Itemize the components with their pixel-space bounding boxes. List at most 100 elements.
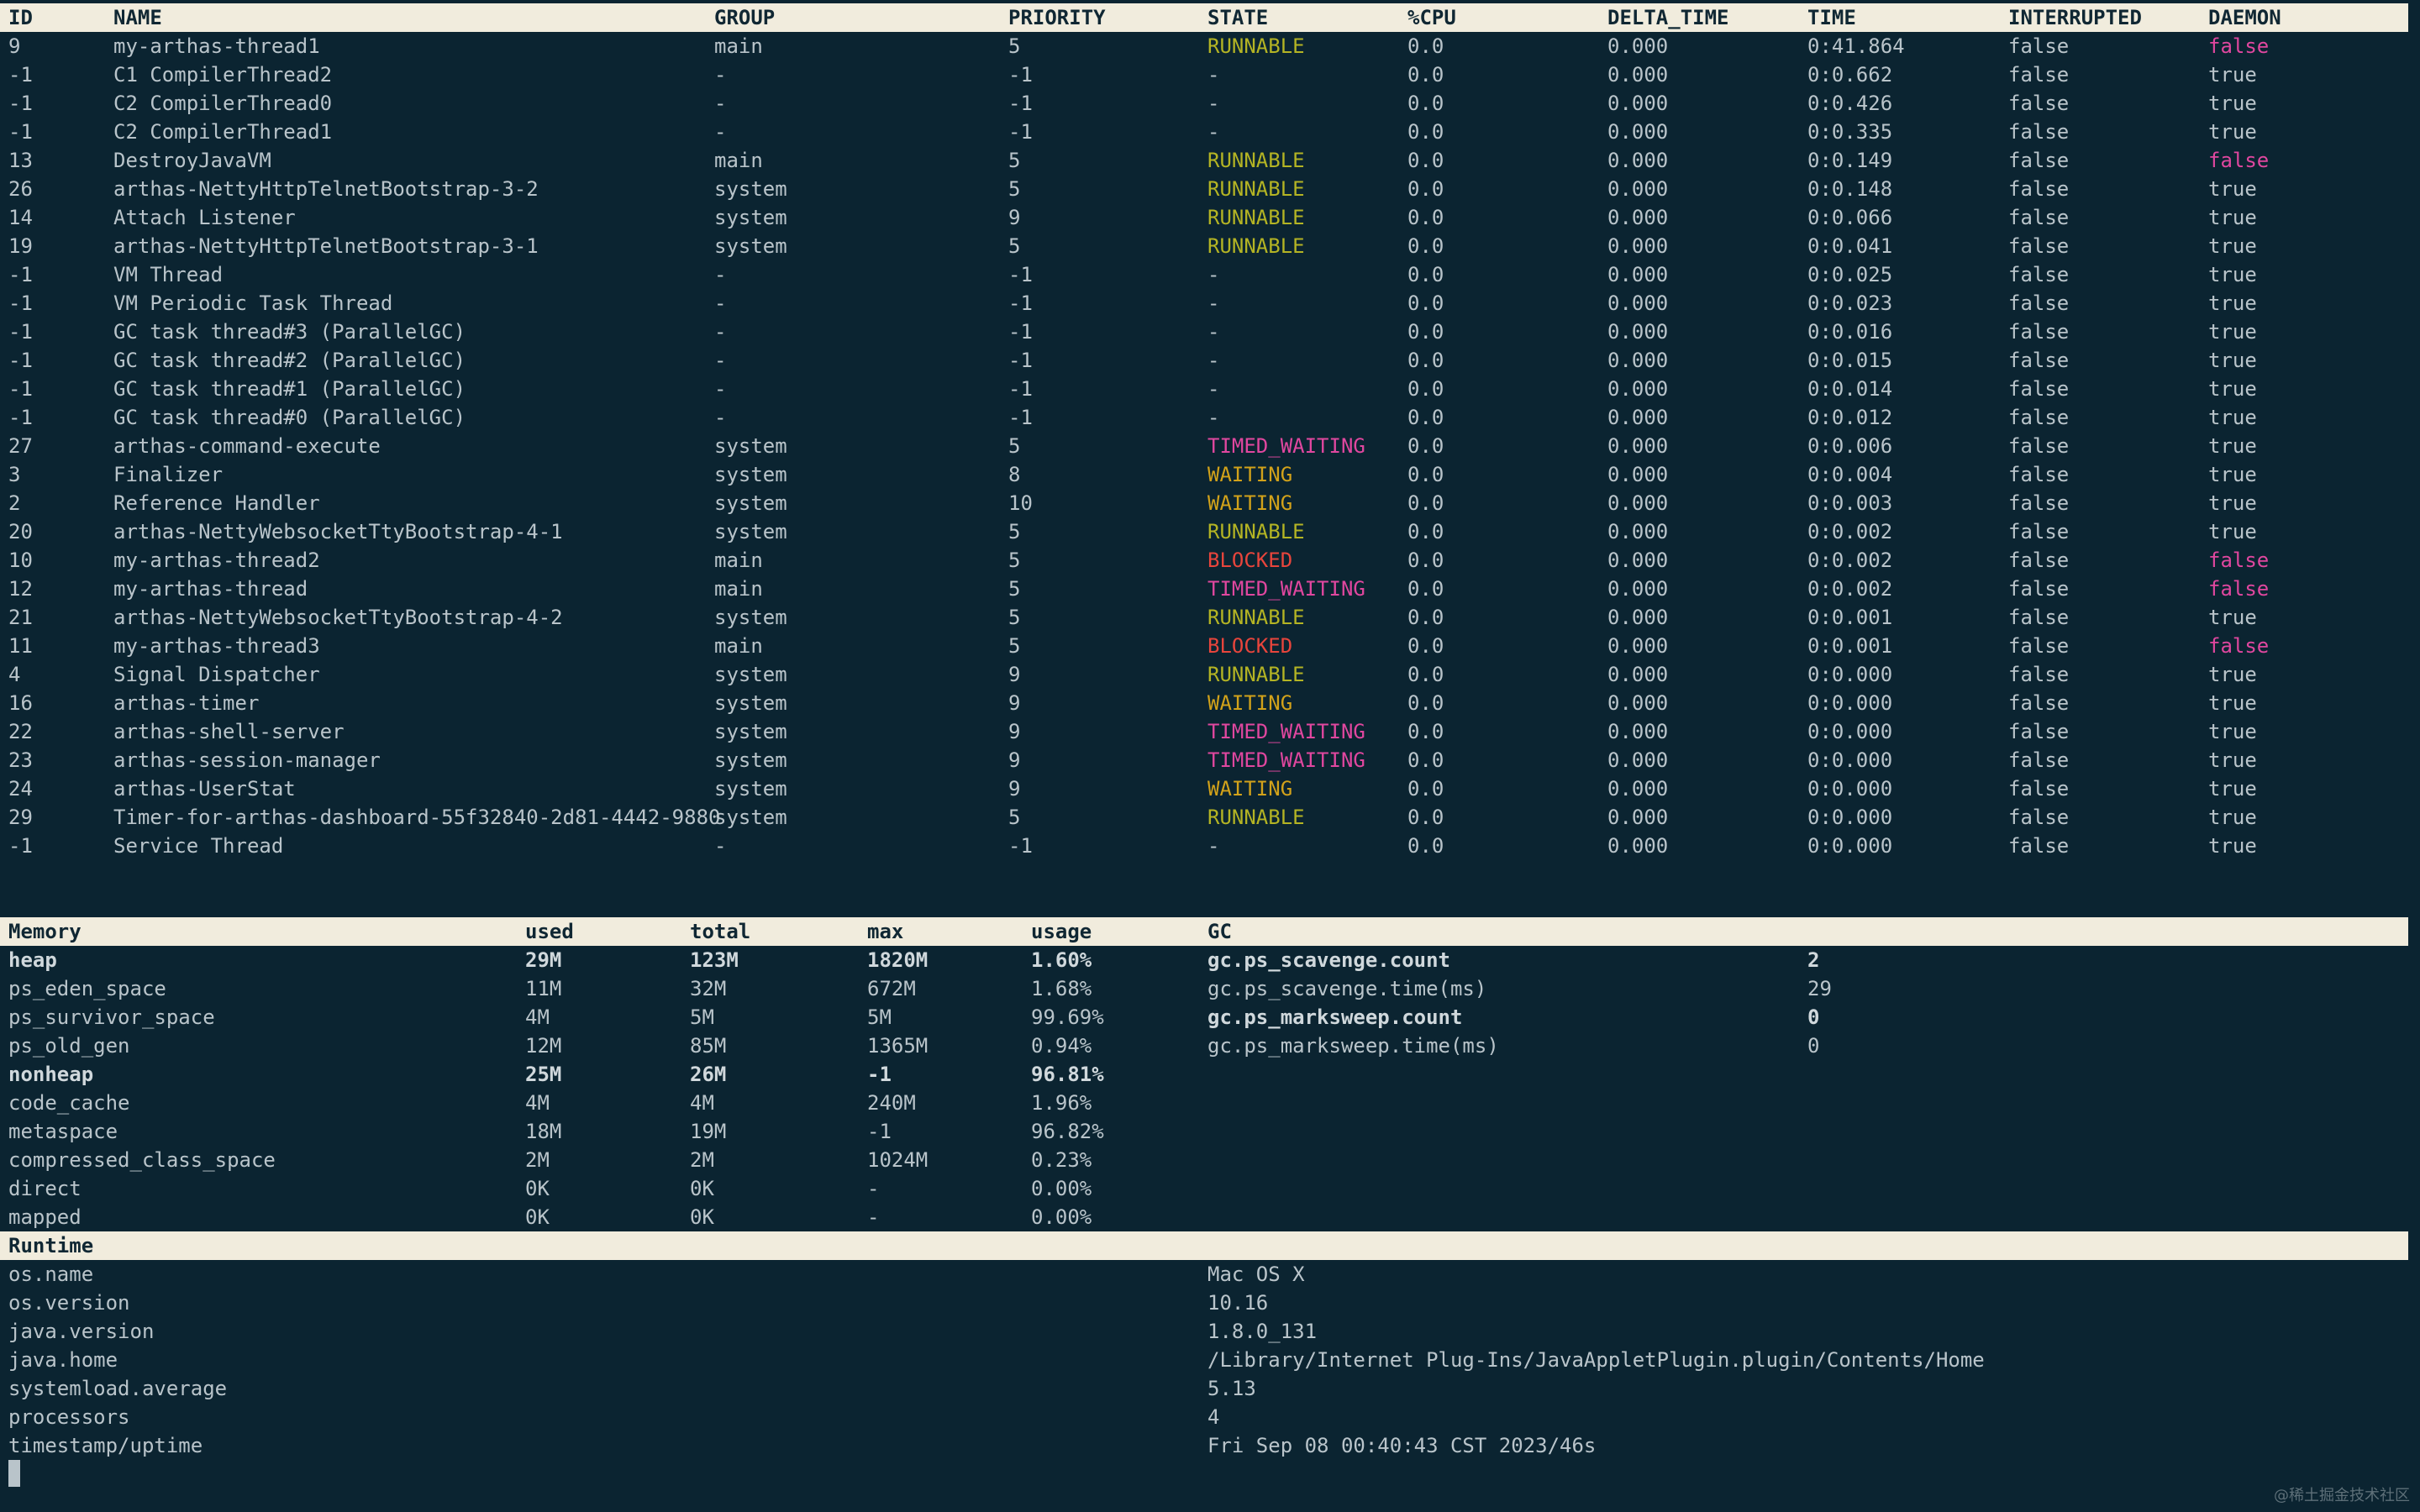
table-row: -1 VM Thread - -1 - 0.0 0.000 0:0.025 false true <box>0 260 2408 289</box>
thread-cpu: 0.0 <box>1407 149 1444 172</box>
table-row: -1 C2 CompilerThread1 - -1 - 0.0 0.000 0:0.335 f… <box>0 118 2408 146</box>
memory-cell: 4M <box>525 1005 550 1029</box>
thread-id: 11 <box>8 634 33 658</box>
col-header-group: GROUP <box>714 6 776 29</box>
thread-name: Timer-for-arthas-dashboard-55f32840-2d81… <box>113 806 721 829</box>
thread-group: system <box>714 434 787 458</box>
thread-cpu: 0.0 <box>1407 263 1444 286</box>
runtime-value: 10.16 <box>1207 1291 1269 1315</box>
thread-priority: 5 <box>1008 606 1021 629</box>
table-row: processors 4 <box>0 1403 2408 1431</box>
thread-priority: 9 <box>1008 777 1021 801</box>
table-row: 3 Finalizer system 8 WAITING 0.0 0.000 0:0.004 f… <box>0 460 2408 489</box>
thread-group: system <box>714 206 787 229</box>
gc-cell: 2 <box>1807 948 1820 972</box>
thread-name: C1 CompilerThread2 <box>113 63 333 87</box>
thread-state: - <box>1207 120 1220 144</box>
thread-delta-time: 0.000 <box>1607 349 1669 372</box>
thread-time: 0:41.864 <box>1807 34 1905 58</box>
thread-priority: 10 <box>1008 491 1033 515</box>
thread-state: - <box>1207 349 1220 372</box>
thread-interrupted: false <box>2008 120 2070 144</box>
thread-daemon: true <box>2208 834 2257 858</box>
thread-priority: 5 <box>1008 149 1021 172</box>
thread-id: -1 <box>8 120 33 144</box>
thread-time: 0:0.004 <box>1807 463 1893 486</box>
col-header-daemon: DAEMON <box>2208 6 2281 29</box>
thread-delta-time: 0.000 <box>1607 263 1669 286</box>
memory-cell: ps_eden_space <box>8 977 166 1000</box>
thread-delta-time: 0.000 <box>1607 834 1669 858</box>
thread-group: - <box>714 834 727 858</box>
thread-interrupted: false <box>2008 834 2070 858</box>
thread-group: system <box>714 234 787 258</box>
thread-daemon: true <box>2208 748 2257 772</box>
table-row: heap 29M 123M 1820M 1.60% gc.ps_scavenge.coun… <box>0 946 2408 974</box>
thread-priority: -1 <box>1008 320 1033 344</box>
memory-cell: ps_survivor_space <box>8 1005 215 1029</box>
thread-delta-time: 0.000 <box>1607 549 1669 572</box>
thread-delta-time: 0.000 <box>1607 491 1669 515</box>
thread-cpu: 0.0 <box>1407 406 1444 429</box>
thread-delta-time: 0.000 <box>1607 177 1669 201</box>
thread-id: 13 <box>8 149 33 172</box>
thread-priority: 5 <box>1008 634 1021 658</box>
memory-cell: 123M <box>690 948 739 972</box>
thread-time: 0:0.015 <box>1807 349 1893 372</box>
thread-id: 10 <box>8 549 33 572</box>
thread-state: WAITING <box>1207 491 1293 515</box>
thread-priority: 9 <box>1008 691 1021 715</box>
thread-group: system <box>714 748 787 772</box>
thread-delta-time: 0.000 <box>1607 577 1669 601</box>
thread-time: 0:0.001 <box>1807 606 1893 629</box>
thread-group: system <box>714 806 787 829</box>
thread-priority: 5 <box>1008 806 1021 829</box>
thread-name: my-arthas-thread1 <box>113 34 320 58</box>
table-row: 23 arthas-session-manager system 9 TIMED_WAI… <box>0 746 2408 774</box>
thread-delta-time: 0.000 <box>1607 777 1669 801</box>
thread-priority: -1 <box>1008 349 1033 372</box>
thread-state: RUNNABLE <box>1207 177 1305 201</box>
thread-name: my-arthas-thread3 <box>113 634 320 658</box>
table-row: direct 0K 0K - 0.00% <box>0 1174 2408 1203</box>
table-row: -1 GC task thread#1 (ParallelGC) - -1 - 0.0 0.… <box>0 375 2408 403</box>
col-header-delta-time: DELTA_TIME <box>1607 6 1729 29</box>
thread-group: main <box>714 634 763 658</box>
thread-daemon: true <box>2208 520 2257 543</box>
thread-state: TIMED_WAITING <box>1207 577 1365 601</box>
thread-name: my-arthas-thread <box>113 577 308 601</box>
thread-daemon: true <box>2208 606 2257 629</box>
thread-daemon: false <box>2208 34 2270 58</box>
runtime-value: Fri Sep 08 00:40:43 CST 2023/46s <box>1207 1434 1597 1457</box>
thread-state: - <box>1207 263 1220 286</box>
thread-id: 14 <box>8 206 33 229</box>
thread-priority: 9 <box>1008 663 1021 686</box>
thread-time: 0:0.000 <box>1807 806 1893 829</box>
memory-cell: 672M <box>867 977 916 1000</box>
thread-interrupted: false <box>2008 177 2070 201</box>
runtime-col-header: Runtime <box>8 1234 94 1257</box>
thread-interrupted: false <box>2008 206 2070 229</box>
thread-delta-time: 0.000 <box>1607 463 1669 486</box>
gc-cell: 0 <box>1807 1034 1820 1058</box>
thread-delta-time: 0.000 <box>1607 606 1669 629</box>
thread-id: 2 <box>8 491 21 515</box>
thread-daemon: true <box>2208 63 2257 87</box>
memory-col-header: used <box>525 920 574 943</box>
terminal-cursor[interactable] <box>8 1460 20 1487</box>
thread-group: - <box>714 120 727 144</box>
thread-name: arthas-shell-server <box>113 720 345 743</box>
thread-group: system <box>714 520 787 543</box>
thread-cpu: 0.0 <box>1407 206 1444 229</box>
thread-interrupted: false <box>2008 806 2070 829</box>
thread-delta-time: 0.000 <box>1607 63 1669 87</box>
thread-cpu: 0.0 <box>1407 320 1444 344</box>
thread-time: 0:0.002 <box>1807 577 1893 601</box>
thread-daemon: true <box>2208 720 2257 743</box>
thread-interrupted: false <box>2008 720 2070 743</box>
thread-group: - <box>714 320 727 344</box>
thread-interrupted: false <box>2008 291 2070 315</box>
table-row: java.home/Library/Internet Plug-Ins/Java… <box>0 1346 2408 1374</box>
thread-priority: 5 <box>1008 520 1021 543</box>
thread-id: 9 <box>8 34 21 58</box>
